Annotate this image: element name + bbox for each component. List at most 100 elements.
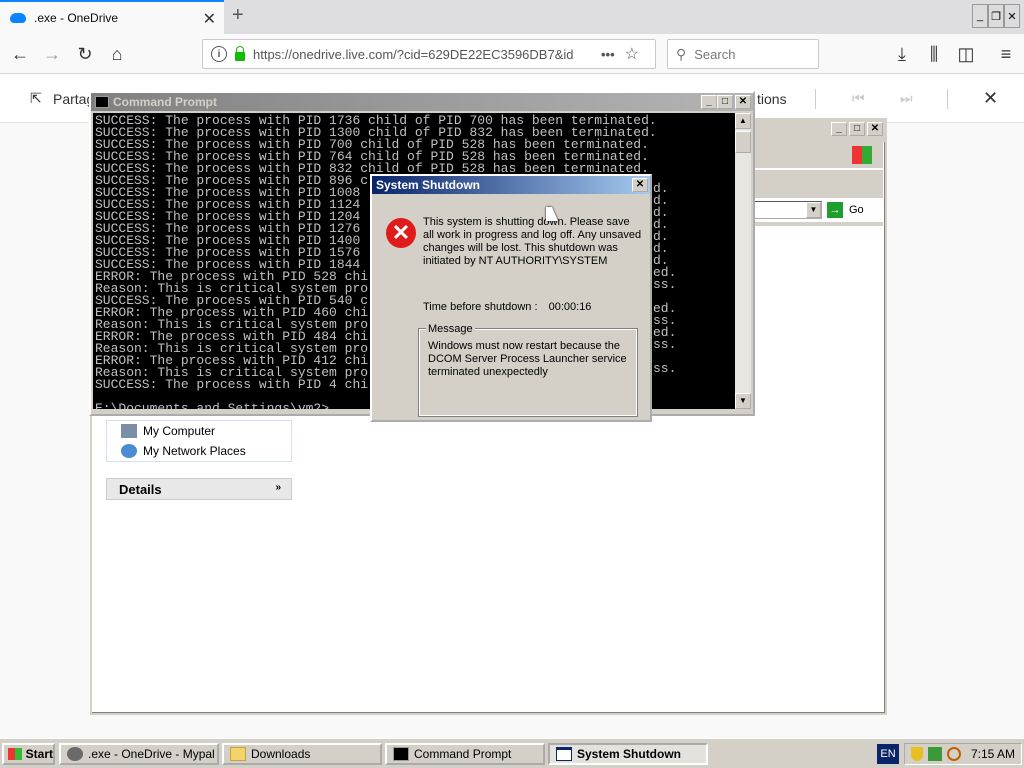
explorer-toolbar — [752, 170, 883, 198]
taskbar-label: Downloads — [251, 747, 311, 761]
my-network-places-link[interactable]: My Network Places — [107, 441, 291, 461]
browser-tabbar: .exe - OneDrive ✕ + _ ❐ ✕ — [0, 0, 1024, 34]
forward-icon[interactable]: → — [40, 43, 64, 65]
url-text: https://onedrive.live.com/?cid=629DE22EC… — [253, 46, 574, 62]
tab-title: .exe - OneDrive — [34, 11, 119, 25]
browser-toolbar: ← → ↻ ⌂ i https://onedrive.live.com/?cid… — [0, 34, 1024, 74]
dropdown-arrow-icon[interactable]: ▼ — [806, 202, 821, 218]
shutdown-message: This system is shutting down. Please sav… — [423, 216, 642, 267]
menu-icon[interactable]: ≡ — [994, 43, 1018, 65]
shutdown-titlebar[interactable]: System Shutdown — [372, 176, 650, 194]
restart-reason-text: Windows must now restart because the DCO… — [428, 340, 627, 378]
cmd-icon — [393, 747, 409, 761]
details-label: Details — [119, 481, 162, 497]
expand-chevron-icon[interactable]: » — [275, 482, 281, 493]
explorer-close-button[interactable]: ✕ — [867, 122, 883, 136]
downloads-icon[interactable]: ⤓ — [890, 43, 914, 65]
lock-icon — [235, 45, 245, 61]
start-button[interactable]: Start — [2, 743, 55, 765]
taskbar-label: Command Prompt — [414, 747, 512, 761]
cmd-title: Command Prompt — [113, 95, 218, 109]
separator — [947, 89, 948, 109]
explorer-maximize-button[interactable]: □ — [849, 122, 865, 136]
other-places-box: My Computer My Network Places — [106, 420, 292, 462]
browser-tab[interactable]: .exe - OneDrive ✕ — [0, 0, 224, 34]
details-header[interactable]: Details » — [106, 478, 292, 500]
go-button[interactable]: → Go — [827, 200, 879, 220]
bookmark-star-icon[interactable]: ☆ — [625, 44, 639, 64]
network-tray-icon[interactable] — [928, 747, 942, 761]
previous-icon[interactable]: ⏮ — [852, 90, 865, 107]
console-line-tails: d. d. d. d. d. d. d. ed. ss. ed. ss. ed. ss. ss. — [653, 182, 677, 375]
search-field[interactable]: ⚲ Search — [667, 39, 819, 69]
error-icon: ✕ — [386, 218, 416, 248]
scroll-down-icon[interactable]: ▼ — [735, 393, 751, 409]
search-tray-icon[interactable] — [947, 747, 961, 761]
scroll-thumb[interactable] — [735, 131, 751, 153]
system-shutdown-dialog: System Shutdown ✕ ✕ This system is shutt… — [370, 174, 652, 422]
explorer-toolbar — [752, 222, 883, 226]
share-icon[interactable]: ⇱ — [30, 90, 42, 107]
next-icon[interactable]: ⏭ — [900, 90, 913, 107]
go-label: Go — [849, 204, 864, 216]
taskbar-label: .exe - OneDrive - Mypal — [88, 747, 215, 761]
message-groupbox: Message Windows must now restart because… — [419, 323, 637, 416]
network-icon — [121, 444, 137, 458]
windows-logo-icon — [852, 146, 872, 164]
computer-icon — [121, 424, 137, 438]
options-label[interactable]: tions — [757, 91, 787, 107]
separator — [815, 89, 816, 109]
shield-icon[interactable] — [911, 747, 923, 761]
library-icon[interactable]: ⫼ — [922, 43, 946, 65]
restore-browser-button[interactable]: ❐ — [988, 4, 1004, 28]
onedrive-cloud-icon — [10, 13, 26, 23]
reload-icon[interactable]: ↻ — [73, 43, 97, 65]
system-tray: 7:15 AM — [904, 743, 1022, 765]
new-tab-icon[interactable]: + — [232, 4, 244, 27]
search-icon: ⚲ — [676, 45, 687, 62]
explorer-task-pane: My Computer My Network Places Details » — [106, 420, 292, 500]
cmd-close-button[interactable]: ✕ — [735, 95, 751, 109]
clock[interactable]: 7:15 AM — [971, 747, 1015, 761]
close-viewer-icon[interactable]: ✕ — [983, 88, 998, 109]
folder-icon — [230, 747, 246, 761]
cmd-icon — [95, 96, 109, 108]
minimize-browser-button[interactable]: _ — [972, 4, 988, 28]
console-line-tail: ss. — [653, 337, 677, 352]
taskbar-label: System Shutdown — [577, 747, 682, 761]
sidebar-icon[interactable]: ◫ — [954, 43, 978, 65]
screen: .exe - OneDrive ✕ + _ ❐ ✕ ← → ↻ ⌂ i http… — [0, 0, 1024, 768]
time-value: 00:00:16 — [548, 301, 592, 313]
windows-flag-icon — [8, 748, 22, 760]
taskbar-item-command-prompt[interactable]: Command Prompt — [385, 743, 545, 765]
shutdown-close-button[interactable]: ✕ — [632, 178, 648, 192]
taskbar: Start .exe - OneDrive - Mypal Downloads … — [0, 738, 1024, 768]
close-browser-button[interactable]: ✕ — [1004, 4, 1020, 28]
back-icon[interactable]: ← — [8, 43, 32, 65]
start-label: Start — [25, 747, 53, 761]
home-icon[interactable]: ⌂ — [105, 43, 129, 65]
site-info-icon[interactable]: i — [211, 46, 227, 62]
explorer-minimize-button[interactable]: _ — [831, 122, 847, 136]
cmd-scrollbar[interactable]: ▲ ▼ — [735, 113, 751, 409]
shutdown-title: System Shutdown — [376, 178, 481, 192]
scroll-up-icon[interactable]: ▲ — [735, 113, 751, 129]
console-line-tail: ss. — [653, 277, 677, 292]
taskbar-item-mypal[interactable]: .exe - OneDrive - Mypal — [59, 743, 219, 765]
url-bar[interactable]: i https://onedrive.live.com/?cid=629DE22… — [202, 39, 656, 69]
close-tab-icon[interactable]: ✕ — [203, 9, 216, 29]
language-indicator[interactable]: EN — [877, 744, 899, 764]
taskbar-item-system-shutdown[interactable]: System Shutdown — [548, 743, 708, 765]
search-placeholder: Search — [694, 46, 736, 62]
window-icon — [556, 747, 572, 761]
cmd-minimize-button[interactable]: _ — [701, 95, 717, 109]
cmd-titlebar[interactable]: Command Prompt — [91, 93, 753, 111]
page-actions-icon[interactable]: ••• — [601, 47, 615, 62]
cmd-maximize-button[interactable]: □ — [717, 95, 733, 109]
my-computer-link[interactable]: My Computer — [107, 421, 291, 441]
task-label: My Network Places — [143, 444, 246, 458]
mouse-cursor-icon — [546, 207, 558, 221]
time-before-shutdown: Time before shutdown : 00:00:16 — [423, 301, 591, 313]
taskbar-item-downloads[interactable]: Downloads — [222, 743, 382, 765]
groupbox-label: Message — [426, 323, 475, 335]
